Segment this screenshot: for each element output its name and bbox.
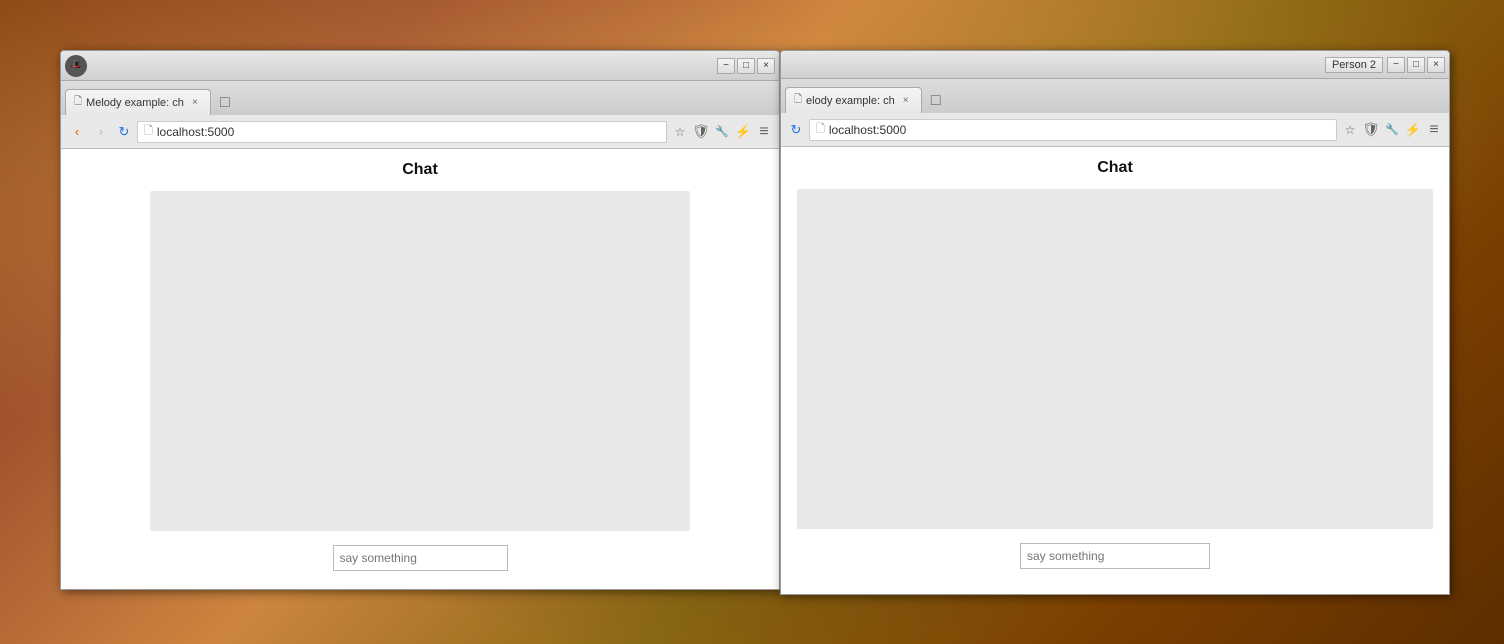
maximize-btn-2[interactable]: □ (1407, 57, 1425, 73)
tab-title-2: elody example: ch (806, 95, 895, 107)
url-page-icon-2: 🗋 (816, 120, 825, 139)
chat-area-1 (150, 191, 690, 531)
chat-title-1: Chat (402, 161, 438, 179)
tab-bar-2: 🗋 elody example: ch × □ (781, 79, 1449, 113)
chat-input-container-1 (77, 545, 763, 571)
close-btn-1[interactable]: × (757, 58, 775, 74)
tab-2[interactable]: 🗋 elody example: ch × (785, 87, 922, 113)
url-text-1: localhost:5000 (157, 125, 234, 139)
tools-icon-1[interactable]: 🔧 (713, 123, 731, 141)
address-actions-1: ☆ 🛡 🔧 ⚡ ≡ (671, 123, 773, 141)
chat-input-container-2 (797, 543, 1433, 569)
minimize-btn-2[interactable]: − (1387, 57, 1405, 73)
refresh-btn-1[interactable]: ↻ (115, 123, 133, 141)
browser-window-1: 🎩 − □ × 🗋 Melody example: ch × □ ‹ › ↻ (60, 50, 780, 590)
tab-title-1: Melody example: ch (86, 97, 184, 109)
tab-close-1[interactable]: × (188, 96, 202, 110)
page-content-2: Chat (781, 147, 1449, 594)
minimize-btn-1[interactable]: − (717, 58, 735, 74)
shield-icon-1[interactable]: 🛡 (692, 123, 710, 141)
tools-icon-2[interactable]: 🔧 (1383, 121, 1401, 139)
person2-label: Person 2 (1325, 57, 1383, 73)
sync-icon-1[interactable]: ⚡ (734, 123, 752, 141)
window-controls-2: − □ × (1387, 57, 1445, 73)
chat-title-2: Chat (1097, 159, 1133, 177)
maximize-btn-1[interactable]: □ (737, 58, 755, 74)
tab-1[interactable]: 🗋 Melody example: ch × (65, 89, 211, 115)
new-tab-btn-1[interactable]: □ (213, 91, 237, 115)
page-content-1: Chat (61, 149, 779, 589)
tab-favicon-2: 🗋 (794, 92, 802, 109)
star-icon-1[interactable]: ☆ (671, 123, 689, 141)
url-text-2: localhost:5000 (829, 123, 906, 137)
address-actions-2: ☆ 🛡 🔧 ⚡ ≡ (1341, 121, 1443, 139)
chat-input-2[interactable] (1020, 543, 1210, 569)
tab-close-2[interactable]: × (899, 94, 913, 108)
tab-favicon-1: 🗋 (74, 94, 82, 111)
chat-input-1[interactable] (333, 545, 508, 571)
browser-logo-1: 🎩 (65, 55, 87, 77)
windows-container: 🎩 − □ × 🗋 Melody example: ch × □ ‹ › ↻ (0, 0, 1504, 644)
menu-icon-2[interactable]: ≡ (1425, 121, 1443, 139)
window-controls-1: − □ × (717, 58, 775, 74)
browser-window-2: Person 2 − □ × 🗋 elody example: ch × □ ↻… (780, 50, 1450, 595)
title-bar-1: 🎩 − □ × (61, 51, 779, 81)
forward-btn-1[interactable]: › (91, 122, 111, 142)
address-bar-2: ↻ 🗋 localhost:5000 ☆ 🛡 🔧 ⚡ ≡ (781, 113, 1449, 147)
url-bar-1[interactable]: 🗋 localhost:5000 (137, 121, 667, 143)
back-btn-1[interactable]: ‹ (67, 122, 87, 142)
shield-icon-2[interactable]: 🛡 (1362, 121, 1380, 139)
address-bar-1: ‹ › ↻ 🗋 localhost:5000 ☆ 🛡 🔧 ⚡ ≡ (61, 115, 779, 149)
url-page-icon-1: 🗋 (144, 122, 153, 141)
tab-bar-1: 🗋 Melody example: ch × □ (61, 81, 779, 115)
url-bar-2[interactable]: 🗋 localhost:5000 (809, 119, 1337, 141)
new-tab-btn-2[interactable]: □ (924, 89, 948, 113)
title-bar-2: Person 2 − □ × (781, 51, 1449, 79)
refresh-btn-2[interactable]: ↻ (787, 121, 805, 139)
close-btn-2[interactable]: × (1427, 57, 1445, 73)
chat-area-2 (797, 189, 1433, 529)
menu-icon-1[interactable]: ≡ (755, 123, 773, 141)
sync-icon-2[interactable]: ⚡ (1404, 121, 1422, 139)
star-icon-2[interactable]: ☆ (1341, 121, 1359, 139)
